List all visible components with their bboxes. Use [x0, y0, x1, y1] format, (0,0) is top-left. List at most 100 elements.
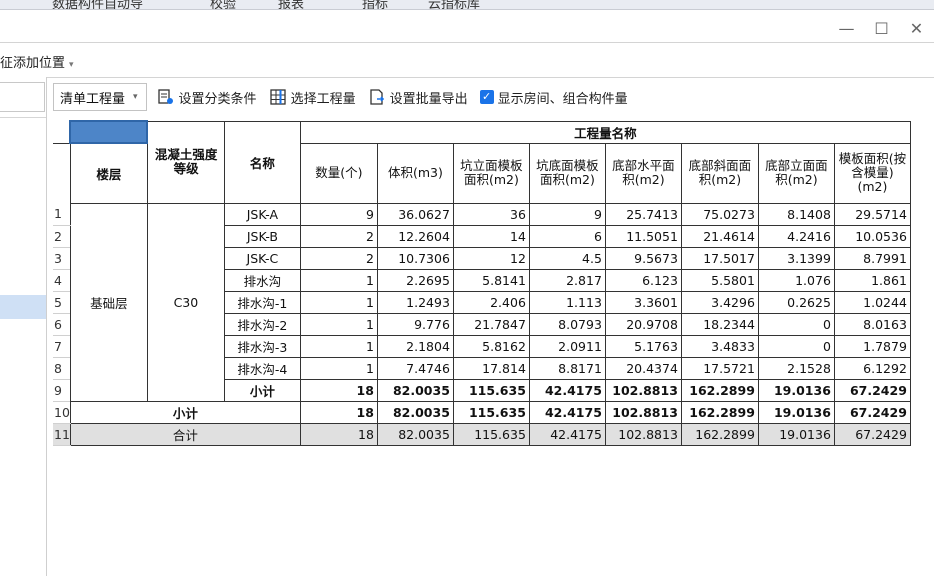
table-cell[interactable]: 2.2695	[376, 268, 454, 292]
header-name[interactable]: 名称	[223, 120, 301, 204]
tab-0[interactable]: 数据构件自动导	[52, 0, 143, 9]
close-button[interactable]: ✕	[899, 14, 934, 44]
component-name-cell[interactable]: JSK-C	[223, 246, 301, 270]
table-cell[interactable]: 75.0273	[680, 202, 759, 226]
table-cell[interactable]: 21.4614	[680, 224, 759, 248]
table-cell[interactable]: 10.7306	[376, 246, 454, 270]
table-cell[interactable]: 82.0035	[376, 400, 454, 424]
table-cell[interactable]: 8.0163	[833, 312, 911, 336]
table-cell[interactable]: 115.635	[452, 400, 530, 424]
table-cell[interactable]: 36.0627	[376, 202, 454, 226]
header-bottom-vertical[interactable]: 底部立面面积(m2)	[757, 142, 835, 204]
tab-4[interactable]: 云指标库	[428, 0, 480, 9]
table-cell[interactable]: 3.4296	[680, 290, 759, 314]
table-cell[interactable]: 29.5714	[833, 202, 911, 226]
table-cell[interactable]: 21.7847	[452, 312, 530, 336]
table-cell[interactable]: 19.0136	[757, 400, 835, 424]
component-name-cell[interactable]: 排水沟-3	[223, 334, 301, 358]
left-panel-selected-item[interactable]	[0, 295, 46, 319]
table-cell[interactable]: 1.076	[757, 268, 835, 292]
table-cell[interactable]: 17.5017	[680, 246, 759, 270]
table-cell[interactable]: 11.5051	[604, 224, 682, 248]
select-quantity-button[interactable]: 选择工程量	[269, 88, 356, 107]
table-cell[interactable]: 1.0244	[833, 290, 911, 314]
header-bottom-horizontal[interactable]: 底部水平面积(m2)	[604, 142, 682, 204]
table-cell[interactable]: 2.406	[452, 290, 530, 314]
table-cell[interactable]: 5.5801	[680, 268, 759, 292]
tab-3[interactable]: 指标	[362, 0, 388, 9]
table-cell[interactable]: 18	[299, 378, 378, 402]
table-cell[interactable]: 3.1399	[757, 246, 835, 270]
component-name-cell[interactable]: JSK-A	[223, 202, 301, 226]
table-cell[interactable]: 9	[299, 202, 378, 226]
table-cell[interactable]: 10.0536	[833, 224, 911, 248]
table-cell[interactable]: 5.8162	[452, 334, 530, 358]
table-cell[interactable]: 1.113	[528, 290, 606, 314]
table-cell[interactable]: 1.7879	[833, 334, 911, 358]
table-cell[interactable]: 8.8171	[528, 356, 606, 380]
total-label[interactable]: 合计	[69, 422, 301, 446]
header-floor[interactable]: 楼层	[69, 142, 148, 204]
table-cell[interactable]: 12.2604	[376, 224, 454, 248]
table-cell[interactable]: 0	[757, 334, 835, 358]
set-category-button[interactable]: 设置分类条件	[157, 88, 257, 107]
table-cell[interactable]: 115.635	[452, 422, 530, 446]
table-cell[interactable]: 42.4175	[528, 422, 606, 446]
table-cell[interactable]: 2.817	[528, 268, 606, 292]
table-cell[interactable]: 2.1804	[376, 334, 454, 358]
table-cell[interactable]: 19.0136	[757, 378, 835, 402]
quantity-type-dropdown[interactable]: 清单工程量 ▾	[53, 83, 147, 111]
table-cell[interactable]: 20.4374	[604, 356, 682, 380]
selection-corner-cell[interactable]	[69, 120, 149, 144]
batch-export-button[interactable]: 设置批量导出	[368, 88, 468, 107]
table-cell[interactable]: 25.7413	[604, 202, 682, 226]
floor-cell[interactable]: 基础层	[69, 202, 148, 402]
table-cell[interactable]: 2	[299, 224, 378, 248]
header-bottom-slope[interactable]: 底部斜面面积(m2)	[680, 142, 759, 204]
header-pit-side[interactable]: 坑立面模板面积(m2)	[452, 142, 530, 204]
table-cell[interactable]: 162.2899	[680, 400, 759, 424]
tab-2[interactable]: 报表	[278, 0, 304, 9]
table-cell[interactable]: 3.4833	[680, 334, 759, 358]
table-cell[interactable]: 36	[452, 202, 530, 226]
table-cell[interactable]: 2.1528	[757, 356, 835, 380]
table-cell[interactable]: 162.2899	[680, 422, 759, 446]
table-cell[interactable]: 6.123	[604, 268, 682, 292]
table-cell[interactable]: 1	[299, 290, 378, 314]
header-volume[interactable]: 体积(m3)	[376, 142, 454, 204]
subtotal-label[interactable]: 小计	[223, 378, 301, 402]
table-cell[interactable]: 102.8813	[604, 378, 682, 402]
tab-1[interactable]: 校验	[210, 0, 236, 9]
header-count[interactable]: 数量(个)	[299, 142, 378, 204]
table-cell[interactable]: 82.0035	[376, 422, 454, 446]
header-group[interactable]: 工程量名称	[299, 120, 911, 144]
header-formwork[interactable]: 模板面积(按含模量)(m2)	[833, 142, 911, 204]
table-cell[interactable]: 14	[452, 224, 530, 248]
table-cell[interactable]: 2.0911	[528, 334, 606, 358]
add-position-dropdown[interactable]: 征添加位置 ▾	[0, 52, 74, 71]
show-rooms-checkbox[interactable]: ✓ 显示房间、组合构件量	[479, 88, 628, 107]
table-cell[interactable]: 1	[299, 356, 378, 380]
table-cell[interactable]: 8.7991	[833, 246, 911, 270]
table-cell[interactable]: 6.1292	[833, 356, 911, 380]
table-cell[interactable]: 18	[299, 422, 378, 446]
table-cell[interactable]: 67.2429	[833, 422, 911, 446]
table-cell[interactable]: 1.2493	[376, 290, 454, 314]
table-cell[interactable]: 1	[299, 312, 378, 336]
table-cell[interactable]: 18.2344	[680, 312, 759, 336]
maximize-button[interactable]: ☐	[864, 14, 899, 44]
table-cell[interactable]: 8.1408	[757, 202, 835, 226]
floor-subtotal-label[interactable]: 小计	[69, 400, 301, 424]
table-cell[interactable]: 5.8141	[452, 268, 530, 292]
concrete-cell[interactable]: C30	[146, 202, 225, 402]
table-cell[interactable]: 4.5	[528, 246, 606, 270]
table-cell[interactable]: 82.0035	[376, 378, 454, 402]
table-cell[interactable]: 42.4175	[528, 400, 606, 424]
table-cell[interactable]: 12	[452, 246, 530, 270]
table-cell[interactable]: 0.2625	[757, 290, 835, 314]
table-cell[interactable]: 1.861	[833, 268, 911, 292]
table-cell[interactable]: 162.2899	[680, 378, 759, 402]
header-concrete[interactable]: 混凝土强度等级	[146, 120, 225, 204]
table-cell[interactable]: 3.3601	[604, 290, 682, 314]
table-cell[interactable]: 9	[528, 202, 606, 226]
